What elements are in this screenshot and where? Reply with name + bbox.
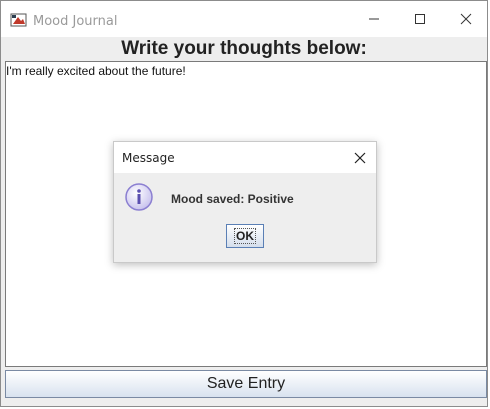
minimize-button[interactable] <box>351 1 397 37</box>
ok-button-label: OK <box>234 228 256 244</box>
dialog-message: Mood saved: Positive <box>171 192 294 206</box>
java-app-icon <box>10 13 27 27</box>
window-close-button[interactable] <box>443 1 489 37</box>
journal-entry-text: I'm really excited about the future! <box>6 64 186 78</box>
maximize-button[interactable] <box>397 1 443 37</box>
message-dialog: Message Mood saved: Positive OK <box>113 141 377 263</box>
close-icon <box>460 13 472 25</box>
dialog-title: Message <box>122 151 175 165</box>
window-title: Mood Journal <box>33 14 118 29</box>
dialog-titlebar[interactable]: Message <box>114 142 376 173</box>
save-entry-button[interactable]: Save Entry <box>5 370 487 398</box>
window-titlebar[interactable]: Mood Journal <box>1 1 487 37</box>
page-heading: Write your thoughts below: <box>121 38 367 59</box>
dialog-close-button[interactable] <box>350 148 370 168</box>
info-icon <box>125 183 153 211</box>
maximize-icon <box>415 14 425 24</box>
minimize-icon <box>369 18 379 20</box>
ok-button[interactable]: OK <box>226 224 264 248</box>
close-icon <box>354 152 366 164</box>
